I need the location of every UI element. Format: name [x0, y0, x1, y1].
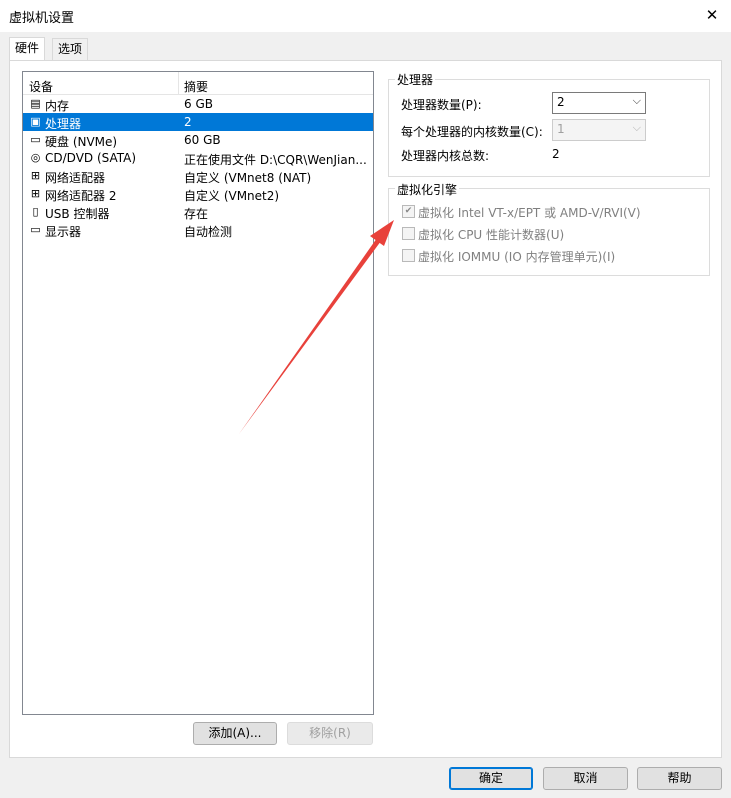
- tab-strip: 硬件 选项: [9, 37, 721, 61]
- cores-per-processor-value: 1: [557, 122, 565, 136]
- cores-per-processor-select[interactable]: 1 ⌵: [552, 119, 646, 141]
- device-summary: 自动检测: [184, 225, 233, 239]
- device-list[interactable]: 设备 摘要 ▤ 内存 6 GB ▣ 处理器 2 ▭ 硬盘 (NVMe) 60 G…: [22, 71, 374, 715]
- processor-group-title: 处理器: [395, 71, 436, 88]
- cores-per-processor-label: 每个处理器的内核数量(C):: [401, 125, 543, 139]
- empty-checkbox-icon: [402, 227, 415, 240]
- window-title: 虚拟机设置: [9, 11, 75, 26]
- processor-count-select[interactable]: 2 ⌵: [552, 92, 646, 114]
- close-icon[interactable]: ✕: [701, 4, 723, 26]
- add-button[interactable]: 添加(A)...: [193, 722, 277, 745]
- device-name: USB 控制器: [45, 207, 110, 221]
- remove-button[interactable]: 移除(R): [287, 722, 373, 745]
- device-name: 处理器: [45, 117, 82, 131]
- processor-count-label: 处理器数量(P):: [401, 98, 482, 112]
- device-name: CD/DVD (SATA): [45, 151, 137, 165]
- checkbox-label: 虚拟化 Intel VT-x/EPT 或 AMD-V/RVI(V): [418, 206, 641, 220]
- device-row-display[interactable]: ▭ 显示器 自动检测: [23, 221, 373, 239]
- title-bar: 虚拟机设置 ✕: [0, 0, 731, 32]
- device-list-header: 设备 摘要: [23, 72, 373, 95]
- device-summary: 自定义 (VMnet2): [184, 189, 280, 203]
- column-header-device[interactable]: 设备: [29, 78, 53, 95]
- monitor-icon: ▭: [30, 223, 41, 236]
- checkmark-icon: ✔: [402, 205, 415, 218]
- chevron-down-icon: ⌵: [632, 94, 641, 107]
- cpu-icon: ▣: [30, 115, 41, 128]
- device-summary: 自定义 (VMnet8 (NAT): [184, 171, 312, 185]
- total-cores-label: 处理器内核总数:: [401, 149, 490, 163]
- disk-icon: ▭: [30, 133, 41, 146]
- device-summary: 6 GB: [184, 97, 213, 111]
- device-name: 显示器: [45, 225, 82, 239]
- ok-button[interactable]: 确定: [449, 767, 533, 790]
- device-row-memory[interactable]: ▤ 内存 6 GB: [23, 95, 373, 113]
- cancel-button[interactable]: 取消: [543, 767, 628, 790]
- tab-options[interactable]: 选项: [52, 38, 89, 60]
- virtualization-engine-title: 虚拟化引擎: [395, 181, 460, 198]
- device-name: 内存: [45, 99, 70, 113]
- device-row-network-adapter[interactable]: ⊞ 网络适配器 自定义 (VMnet8 (NAT): [23, 167, 373, 185]
- empty-checkbox-icon: [402, 249, 415, 262]
- device-name: 网络适配器 2: [45, 189, 117, 203]
- device-name: 硬盘 (NVMe): [45, 135, 118, 149]
- processor-count-value: 2: [557, 95, 565, 109]
- checkbox-label: 虚拟化 IOMMU (IO 内存管理单元)(I): [418, 250, 616, 264]
- device-summary: 2: [184, 115, 192, 129]
- tab-hardware[interactable]: 硬件: [9, 37, 46, 61]
- network-icon: ⊞: [30, 187, 41, 200]
- checkbox-label: 虚拟化 CPU 性能计数器(U): [418, 228, 565, 242]
- device-summary: 存在: [184, 207, 209, 221]
- cdrom-icon: ◎: [30, 151, 41, 164]
- device-summary: 正在使用文件 D:\CQR\WenJian...: [184, 153, 367, 167]
- column-header-summary[interactable]: 摘要: [184, 78, 208, 95]
- memory-icon: ▤: [30, 97, 41, 110]
- column-divider[interactable]: [178, 72, 179, 94]
- chevron-down-icon: ⌵: [632, 121, 641, 134]
- usb-icon: ▯: [32, 205, 39, 218]
- device-row-processor[interactable]: ▣ 处理器 2: [23, 113, 373, 131]
- device-row-network-adapter-2[interactable]: ⊞ 网络适配器 2 自定义 (VMnet2): [23, 185, 373, 203]
- device-row-disk[interactable]: ▭ 硬盘 (NVMe) 60 GB: [23, 131, 373, 149]
- help-button[interactable]: 帮助: [637, 767, 722, 790]
- total-cores-value: 2: [552, 147, 560, 161]
- network-icon: ⊞: [30, 169, 41, 182]
- device-row-usb[interactable]: ▯ USB 控制器 存在: [23, 203, 373, 221]
- device-summary: 60 GB: [184, 133, 221, 147]
- device-row-cdrom[interactable]: ◎ CD/DVD (SATA) 正在使用文件 D:\CQR\WenJian...: [23, 149, 373, 167]
- device-name: 网络适配器: [45, 171, 106, 185]
